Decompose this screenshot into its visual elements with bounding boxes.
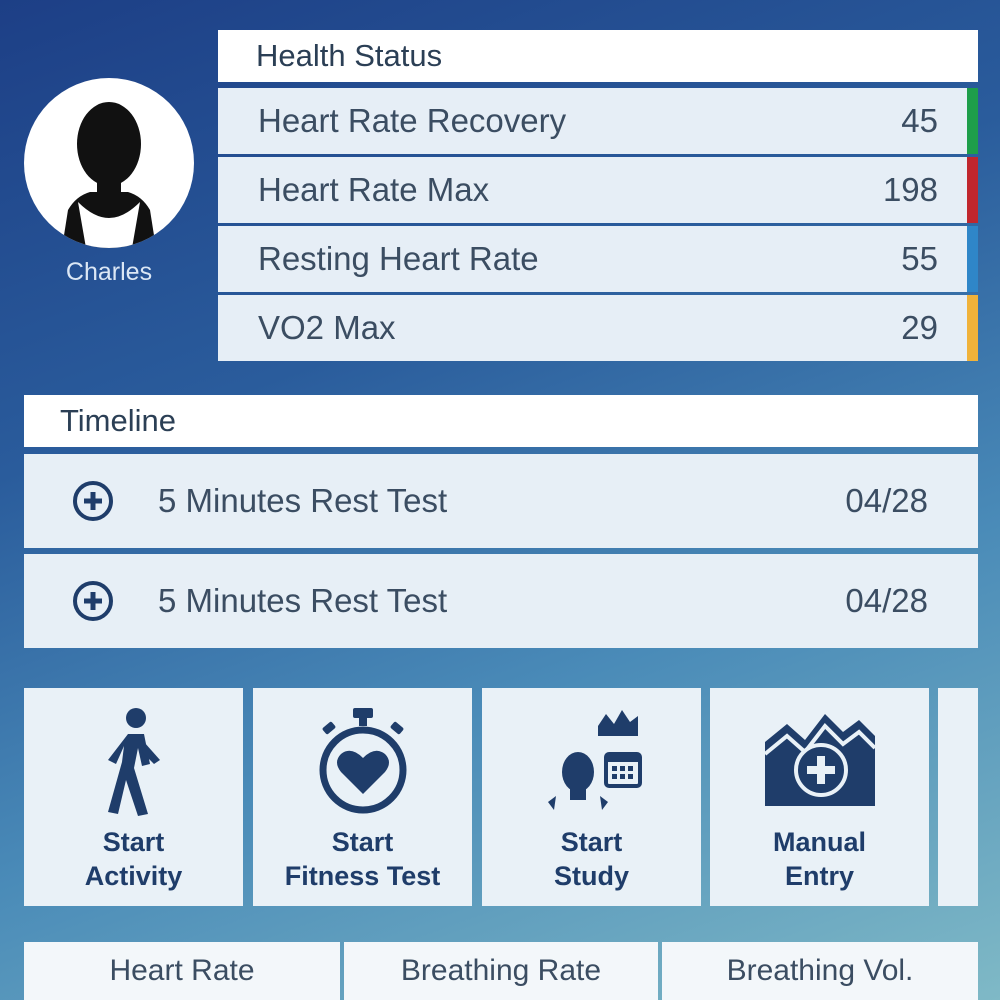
health-row-resting-heart-rate[interactable]: Resting Heart Rate 55 [218,226,978,292]
study-person-calendar-icon [547,710,642,810]
manual-entry-button[interactable]: Manual Entry [710,688,929,906]
health-row-value: 45 [901,102,938,139]
status-color-bar [967,88,978,154]
person-silhouette-icon [62,102,156,248]
start-activity-button[interactable]: Start Activity [24,688,243,906]
health-row-value: 55 [901,240,938,277]
health-row-label: Heart Rate Max [258,171,490,208]
health-row-value: 198 [882,171,938,208]
health-row-heart-rate-recovery[interactable]: Heart Rate Recovery 45 [218,88,978,154]
tab-breathing-rate[interactable]: Breathing Rate [344,942,658,1000]
tab-breathing-vol[interactable]: Breathing Vol. [662,942,978,1000]
timeline-item-label: 5 Minutes Rest Test [158,482,448,519]
tab-heart-rate[interactable]: Heart Rate [24,942,340,1000]
timeline-item-date: 04/28 [845,482,928,519]
health-row-value: 29 [901,309,938,346]
timeline-item[interactable]: 5 Minutes Rest Test 04/28 [24,554,978,648]
timeline-item-date: 04/28 [845,582,928,619]
tile-label-line2: Fitness Test [284,861,441,891]
tile-label-line1: Manual [772,827,866,857]
start-study-button[interactable]: Start Study [482,688,701,906]
chart-plus-icon [763,714,876,806]
user-avatar[interactable] [24,78,194,248]
tile-label-line1: Start [102,827,165,857]
tile-label-line1: Start [560,827,623,857]
start-fitness-test-button[interactable]: Start Fitness Test [253,688,472,906]
timeline-item-label: 5 Minutes Rest Test [158,582,448,619]
health-row-label: VO2 Max [258,309,396,346]
status-color-bar [967,295,978,361]
plus-circle-icon[interactable] [72,480,114,522]
health-row-label: Resting Heart Rate [258,240,539,277]
tile-label-line2: Activity [84,861,183,891]
status-color-bar [967,226,978,292]
tile-label-line1: Start [331,827,394,857]
status-color-bar [967,157,978,223]
stopwatch-heart-icon [319,708,406,814]
more-actions-tile[interactable] [938,688,978,906]
health-row-vo2-max[interactable]: VO2 Max 29 [218,295,978,361]
timeline-item[interactable]: 5 Minutes Rest Test 04/28 [24,454,978,548]
tile-label-line2: Entry [784,861,855,891]
plus-circle-icon[interactable] [72,580,114,622]
health-row-label: Heart Rate Recovery [258,102,567,139]
health-status-title: Health Status [218,30,978,82]
user-name: Charles [65,258,153,286]
health-row-heart-rate-max[interactable]: Heart Rate Max 198 [218,157,978,223]
tile-label-line2: Study [553,861,629,891]
timeline-title: Timeline [24,395,978,447]
walking-person-icon [107,708,160,816]
